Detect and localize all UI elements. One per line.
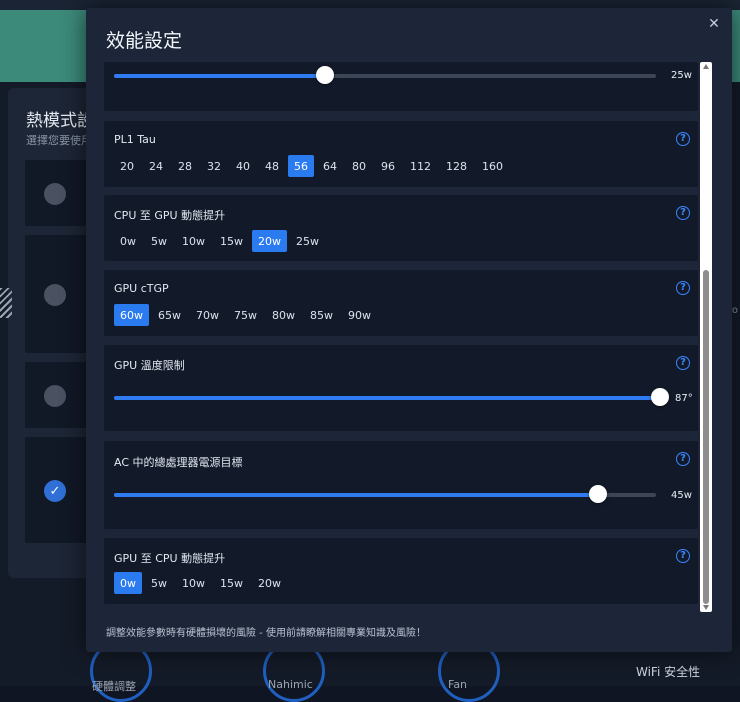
mode-radio[interactable] <box>44 183 66 205</box>
option-15w[interactable]: 15w <box>214 230 249 252</box>
decor-stripes <box>0 288 12 318</box>
section-ac-cpu-power: AC 中的總處理器電源目標 ? 45w <box>104 441 698 529</box>
scroll-down-icon[interactable] <box>703 605 709 610</box>
help-icon[interactable]: ? <box>676 356 690 370</box>
performance-settings-dialog: 效能設定 ✕ 25w PL1 Tau ? 20 24 28 32 40 48 56 64 80 9… <box>86 8 732 652</box>
scrollbar-thumb[interactable] <box>703 270 709 604</box>
option-75w[interactable]: 75w <box>228 304 263 326</box>
settings-scroll-area[interactable]: 25w PL1 Tau ? 20 24 28 32 40 48 56 64 80 96 112 128… <box>104 62 698 612</box>
slider-track[interactable] <box>114 66 656 84</box>
option-28[interactable]: 28 <box>172 155 198 177</box>
option-0w[interactable]: 0w <box>114 230 142 252</box>
option-60w[interactable]: 60w <box>114 304 149 326</box>
section-title: GPU cTGP <box>114 282 169 295</box>
help-icon[interactable]: ? <box>676 549 690 563</box>
scrollbar[interactable] <box>700 62 712 612</box>
section-title: PL1 Tau <box>114 133 156 146</box>
section-gpu-temp: GPU 溫度限制 ? 87° <box>104 345 698 431</box>
option-70w[interactable]: 70w <box>190 304 225 326</box>
option-48[interactable]: 48 <box>259 155 285 177</box>
section-cpu-to-gpu: CPU 至 GPU 動態提升 ? 0w 5w 10w 15w 20w 25w <box>104 195 698 261</box>
slider-fill <box>114 493 598 497</box>
slider-thumb[interactable] <box>316 66 335 84</box>
help-icon[interactable]: ? <box>676 206 690 220</box>
thermal-mode-subtitle: 選擇您要使用 <box>26 134 92 147</box>
slider-thumb[interactable] <box>589 485 607 503</box>
section-pl1-tau: PL1 Tau ? 20 24 28 32 40 48 56 64 80 96 112 128 160 <box>104 121 698 187</box>
slider-fill <box>114 74 326 78</box>
option-56[interactable]: 56 <box>288 155 314 177</box>
option-80w[interactable]: 80w <box>266 304 301 326</box>
option-24[interactable]: 24 <box>143 155 169 177</box>
option-20w[interactable]: 20w <box>252 572 287 594</box>
slider-track[interactable] <box>114 485 656 503</box>
option-15w[interactable]: 15w <box>214 572 249 594</box>
mode-radio[interactable] <box>44 284 66 306</box>
option-160[interactable]: 160 <box>476 155 509 177</box>
feature-label: 硬體調整 <box>92 680 136 693</box>
option-10w[interactable]: 10w <box>176 230 211 252</box>
check-icon: ✓ <box>49 483 61 499</box>
option-80[interactable]: 80 <box>346 155 372 177</box>
option-20w[interactable]: 20w <box>252 230 287 252</box>
cpu-to-gpu-options: 0w 5w 10w 15w 20w 25w <box>114 230 325 252</box>
section-top-slider: 25w <box>104 62 698 111</box>
gpu-ctgp-options: 60w 65w 70w 75w 80w 85w 90w <box>114 304 377 326</box>
option-25w[interactable]: 25w <box>290 230 325 252</box>
option-112[interactable]: 112 <box>404 155 437 177</box>
option-128[interactable]: 128 <box>440 155 473 177</box>
option-0w[interactable]: 0w <box>114 572 142 594</box>
pl1-tau-options: 20 24 28 32 40 48 56 64 80 96 112 128 160 <box>114 155 509 177</box>
section-title: GPU 溫度限制 <box>114 359 185 372</box>
close-icon[interactable]: ✕ <box>704 14 724 34</box>
section-title: CPU 至 GPU 動態提升 <box>114 209 226 222</box>
gpu-to-cpu-options: 0w 5w 10w 15w 20w <box>114 572 287 594</box>
slider-thumb[interactable] <box>651 388 669 406</box>
slider-fill <box>114 396 660 400</box>
option-85w[interactable]: 85w <box>304 304 339 326</box>
slider-value: 45w <box>671 490 692 501</box>
slider-track[interactable] <box>114 388 669 406</box>
risk-warning: 調整效能參數時有硬體損壞的風險 - 使用前請瞭解相關專業知識及風險！ <box>106 628 426 639</box>
section-title: AC 中的總處理器電源目標 <box>114 456 243 469</box>
option-5w[interactable]: 5w <box>145 572 173 594</box>
section-gpu-ctgp: GPU cTGP ? 60w 65w 70w 75w 80w 85w 90w <box>104 270 698 336</box>
mode-radio[interactable] <box>44 385 66 407</box>
option-32[interactable]: 32 <box>201 155 227 177</box>
help-icon[interactable]: ? <box>676 452 690 466</box>
help-icon[interactable]: ? <box>676 281 690 295</box>
feature-label: Nahimic <box>268 678 313 691</box>
help-icon[interactable]: ? <box>676 132 690 146</box>
option-90w[interactable]: 90w <box>342 304 377 326</box>
section-gpu-to-cpu: GPU 至 CPU 動態提升 ? 0w 5w 10w 15w 20w <box>104 538 698 604</box>
option-5w[interactable]: 5w <box>145 230 173 252</box>
option-40[interactable]: 40 <box>230 155 256 177</box>
mode-radio-checked[interactable]: ✓ <box>44 480 66 502</box>
scroll-up-icon[interactable] <box>703 64 709 69</box>
section-title: GPU 至 CPU 動態提升 <box>114 552 226 565</box>
option-96[interactable]: 96 <box>375 155 401 177</box>
option-65w[interactable]: 65w <box>152 304 187 326</box>
thermal-mode-title: 熱模式設 <box>26 111 94 131</box>
wifi-security-label[interactable]: WiFi 安全性 <box>636 663 700 680</box>
option-10w[interactable]: 10w <box>176 572 211 594</box>
option-64[interactable]: 64 <box>317 155 343 177</box>
feature-label: Fan <box>448 678 468 691</box>
option-20[interactable]: 20 <box>114 155 140 177</box>
slider-value: 25w <box>671 70 692 81</box>
dialog-title: 效能設定 <box>106 30 183 52</box>
slider-value: 87° <box>675 393 693 404</box>
